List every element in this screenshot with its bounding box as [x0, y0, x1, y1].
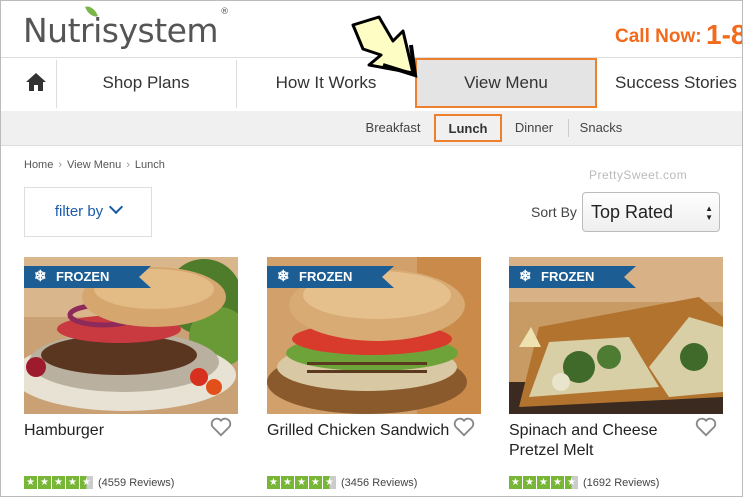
- star-icon: ★: [38, 476, 51, 490]
- half-star-icon: ★: [80, 476, 93, 490]
- rating-stars: ★ ★ ★ ★ ★ (3456 Reviews): [267, 474, 417, 492]
- snowflake-icon: ❄: [519, 268, 532, 285]
- nav-item-view-menu[interactable]: View Menu: [415, 58, 597, 108]
- nutrisystem-logo[interactable]: Nutrisystem ®: [23, 3, 229, 50]
- call-now[interactable]: Call Now: 1-8: [615, 17, 743, 50]
- star-icon: ★: [24, 476, 37, 490]
- sort-selected-value: Top Rated: [591, 202, 674, 222]
- subnav-dinner[interactable]: Dinner: [507, 111, 561, 145]
- star-icon: ★: [537, 476, 550, 490]
- star-icon: ★: [309, 476, 322, 490]
- half-star-icon: ★: [323, 476, 336, 490]
- favorite-heart-icon[interactable]: [210, 417, 232, 437]
- rating-stars: ★ ★ ★ ★ ★ (1692 Reviews): [509, 474, 659, 492]
- home-icon[interactable]: [25, 72, 47, 92]
- nav-item-success-stories[interactable]: Success Stories: [601, 58, 742, 111]
- product-name[interactable]: Spinach and Cheese Pretzel Melt: [509, 421, 694, 461]
- snowflake-icon: ❄: [277, 268, 290, 285]
- breadcrumb-view-menu[interactable]: View Menu: [67, 159, 121, 171]
- filter-by-button[interactable]: filter by: [24, 187, 152, 237]
- breadcrumb-chevron-icon: ›: [126, 159, 130, 171]
- call-now-number: 1-8: [706, 19, 743, 50]
- star-icon: ★: [66, 476, 79, 490]
- product-image-grilled-chicken[interactable]: ❄ FROZEN: [267, 257, 481, 414]
- favorite-heart-icon[interactable]: [695, 417, 717, 437]
- product-name[interactable]: Hamburger: [24, 421, 209, 441]
- star-icon: ★: [52, 476, 65, 490]
- snowflake-icon: ❄: [34, 268, 47, 285]
- nav-item-shop-plans[interactable]: Shop Plans: [57, 58, 235, 111]
- review-count[interactable]: (4559 Reviews): [98, 477, 174, 489]
- page: Nutrisystem ® Call Now: 1-8 Shop Plans Ho…: [0, 0, 743, 497]
- breadcrumb: Home › View Menu › Lunch: [24, 159, 165, 171]
- meal-subnav: Breakfast Lunch Dinner Snacks: [1, 111, 742, 146]
- subnav-divider: [568, 119, 569, 137]
- frozen-badge: ❄ FROZEN: [509, 266, 637, 288]
- subnav-snacks[interactable]: Snacks: [573, 111, 629, 145]
- product-image-pretzel-melt[interactable]: ❄ FROZEN: [509, 257, 723, 414]
- sort-select[interactable]: Top Rated ▲ ▼: [582, 192, 720, 232]
- star-icon: ★: [281, 476, 294, 490]
- frozen-badge: ❄ FROZEN: [267, 266, 395, 288]
- star-icon: ★: [267, 476, 280, 490]
- favorite-heart-icon[interactable]: [453, 417, 475, 437]
- half-star-icon: ★: [565, 476, 578, 490]
- star-icon: ★: [509, 476, 522, 490]
- chevron-down-icon: [109, 199, 124, 215]
- subnav-lunch[interactable]: Lunch: [434, 114, 502, 142]
- select-arrows-icon: ▲ ▼: [705, 204, 713, 222]
- filter-by-label: filter by: [54, 203, 104, 220]
- review-count[interactable]: (1692 Reviews): [583, 477, 659, 489]
- breadcrumb-home[interactable]: Home: [24, 159, 53, 171]
- review-count[interactable]: (3456 Reviews): [341, 477, 417, 489]
- star-icon: ★: [295, 476, 308, 490]
- call-now-label: Call Now:: [615, 26, 702, 47]
- frozen-badge: ❄ FROZEN: [24, 266, 152, 288]
- annotation-arrow-icon: [351, 15, 418, 78]
- watermark: PrettySweet.com: [589, 168, 688, 182]
- sort-by-label: Sort By: [531, 204, 577, 220]
- breadcrumb-chevron-icon: ›: [58, 159, 63, 171]
- breadcrumb-lunch: Lunch: [134, 159, 165, 171]
- star-icon: ★: [551, 476, 564, 490]
- product-name[interactable]: Grilled Chicken Sandwich: [267, 421, 452, 441]
- product-image-hamburger[interactable]: ❄ FROZEN: [24, 257, 238, 414]
- subnav-breakfast[interactable]: Breakfast: [357, 111, 429, 145]
- rating-stars: ★ ★ ★ ★ ★ (4559 Reviews): [24, 474, 174, 492]
- star-icon: ★: [523, 476, 536, 490]
